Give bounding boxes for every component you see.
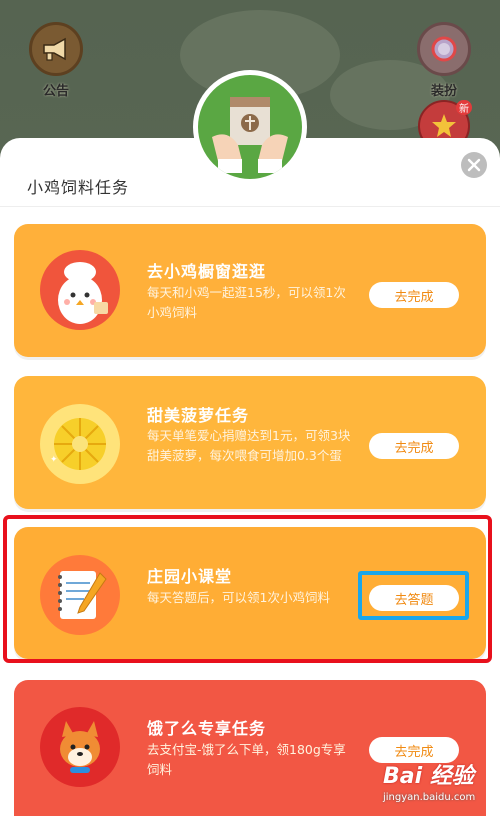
task-action-button[interactable]: 去完成 bbox=[369, 433, 459, 459]
task-action-button[interactable]: 去完成 bbox=[369, 282, 459, 308]
dress-up-label: 装扮 bbox=[430, 84, 457, 99]
task-description: 每天和小鸡一起逛15秒，可以领1次小鸡饲料 bbox=[147, 285, 346, 320]
pineapple-icon: ✦ bbox=[40, 404, 120, 484]
task-title: 甜美菠萝任务 bbox=[147, 406, 250, 425]
task-action-button[interactable]: 去答题 bbox=[369, 585, 459, 611]
sheet-title: 小鸡饲料任务 bbox=[27, 178, 130, 197]
task-description: 每天答题后，可以领1次小鸡饲料 bbox=[147, 590, 330, 605]
task-description: 去支付宝-饿了么下单，领180g专享饲料 bbox=[147, 742, 346, 777]
chicken-chef-icon bbox=[40, 250, 120, 330]
feed-bag-icon bbox=[198, 75, 302, 179]
watermark-url: jingyan.baidu.com bbox=[383, 792, 476, 803]
task-card-classroom: 庄园小课堂 每天答题后，可以领1次小鸡饲料 去答题 bbox=[14, 527, 486, 659]
new-badge: 新 bbox=[456, 100, 472, 115]
shiba-dog-icon bbox=[40, 707, 120, 787]
announcement-button[interactable]: 公告 bbox=[24, 22, 88, 99]
notebook-pencil-icon bbox=[40, 555, 120, 635]
announcement-label: 公告 bbox=[42, 84, 69, 99]
megaphone-icon bbox=[29, 22, 83, 76]
feed-bag-avatar bbox=[193, 70, 307, 184]
baidu-watermark: Bai 经验 jingyan.baidu.com bbox=[383, 758, 493, 814]
close-button[interactable] bbox=[461, 152, 487, 178]
task-title: 饿了么专享任务 bbox=[147, 719, 267, 738]
sheet-divider bbox=[0, 206, 500, 207]
svg-text:✦: ✦ bbox=[50, 455, 58, 465]
task-card-pineapple: ✦ 甜美菠萝任务 每天单笔爱心捐赠达到1元，可领3块甜美菠萝，每次喂食可增加0.… bbox=[14, 376, 486, 509]
task-description: 每天单笔爱心捐赠达到1元，可领3块甜美菠萝，每次喂食可增加0.3个蛋 bbox=[147, 428, 351, 463]
task-card-window: 去小鸡橱窗逛逛 每天和小鸡一起逛15秒，可以领1次小鸡饲料 去完成 bbox=[14, 224, 486, 357]
dress-up-button[interactable]: 装扮 bbox=[412, 22, 476, 99]
task-title: 去小鸡橱窗逛逛 bbox=[147, 262, 267, 281]
close-icon bbox=[467, 158, 481, 172]
mirror-icon bbox=[417, 22, 471, 76]
task-title: 庄园小课堂 bbox=[147, 567, 233, 586]
watermark-logo: Bai 经验 bbox=[383, 764, 474, 789]
